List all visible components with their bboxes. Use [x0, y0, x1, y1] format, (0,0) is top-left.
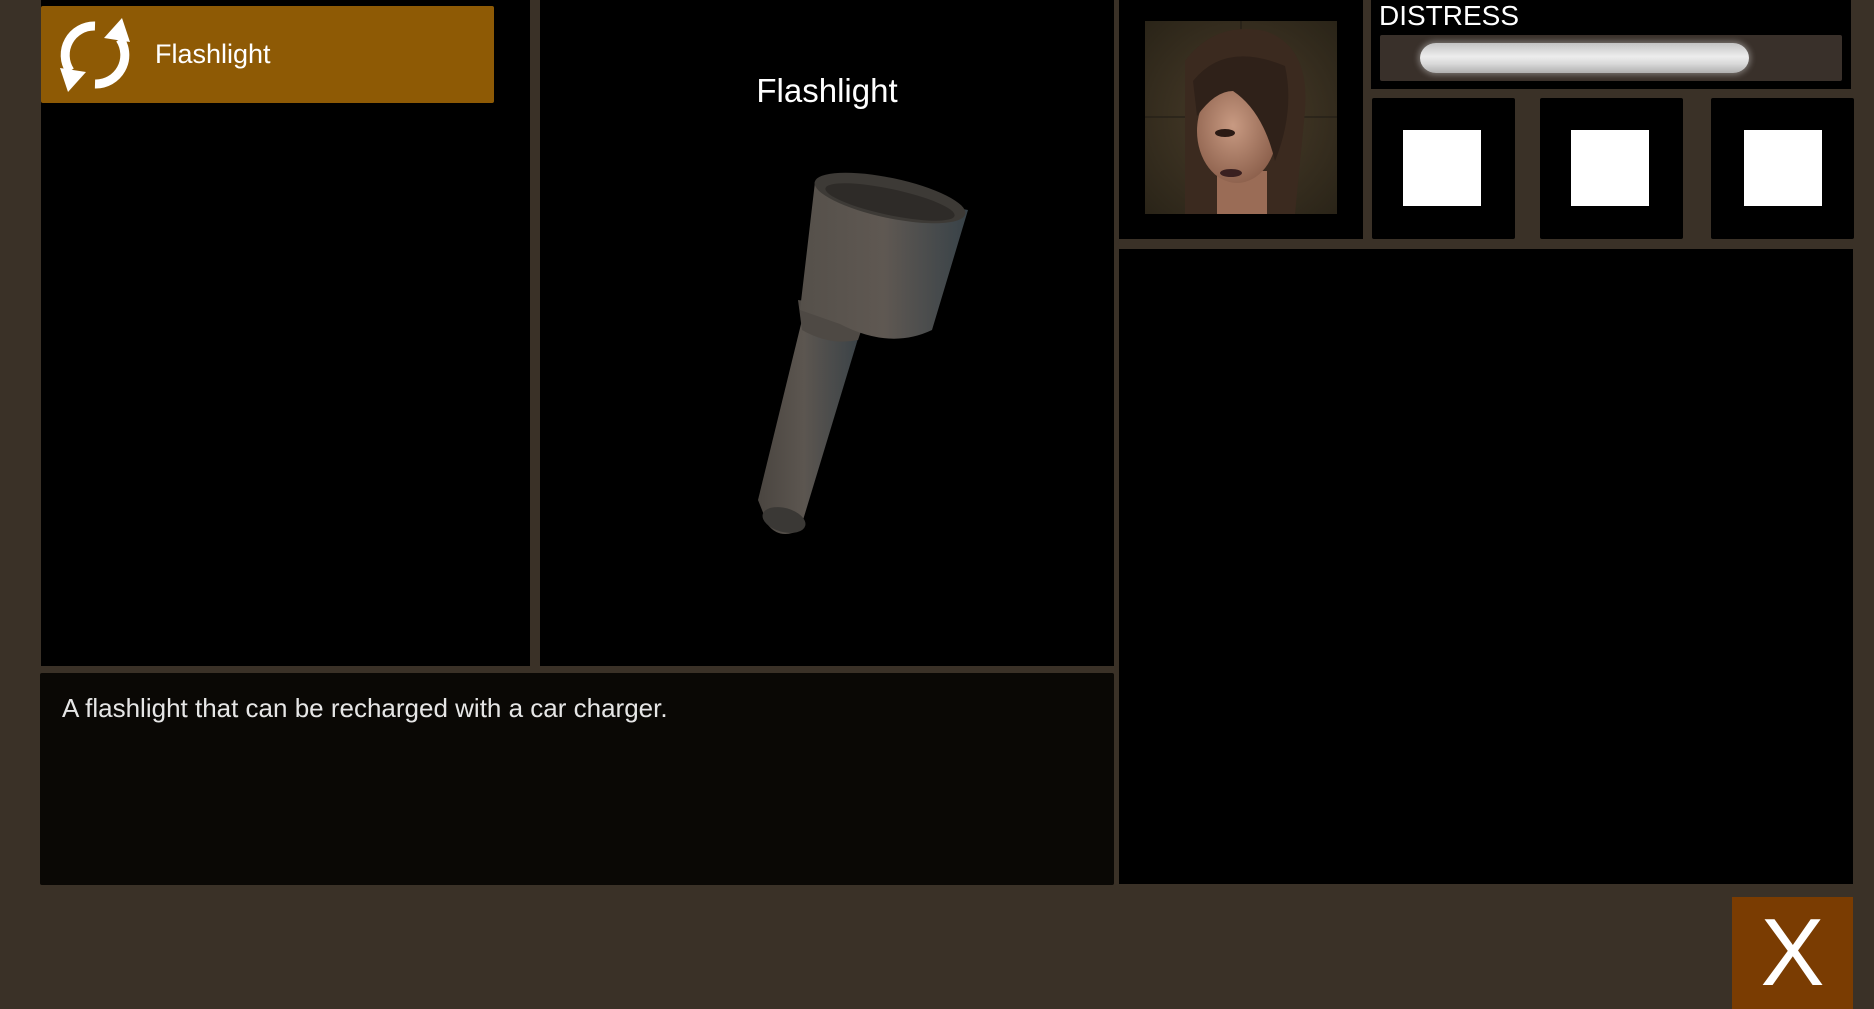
inventory-item-label: Flashlight	[155, 39, 271, 69]
character-portrait	[1145, 21, 1337, 214]
item-preview-title: Flashlight	[756, 72, 898, 109]
item-description-text: A flashlight that can be recharged with …	[62, 693, 668, 723]
status-slot-icon	[1744, 130, 1822, 206]
status-slot-2[interactable]	[1540, 98, 1683, 239]
status-slot-3[interactable]	[1711, 98, 1854, 239]
inventory-screen: Flashlight Flashlight A flashlight that …	[0, 0, 1874, 1009]
distress-bar-fill	[1420, 43, 1749, 73]
inventory-item-flashlight[interactable]: Flashlight	[41, 6, 494, 103]
status-slot-icon	[1571, 130, 1649, 206]
status-slot-icon	[1403, 130, 1481, 206]
status-slot-1[interactable]	[1372, 98, 1515, 239]
close-button[interactable]: X	[1732, 897, 1853, 1009]
distress-bar	[1380, 35, 1842, 81]
flashlight-model[interactable]	[740, 170, 980, 550]
distress-label: DISTRESS	[1379, 0, 1520, 31]
detail-panel	[1119, 249, 1853, 884]
cycle-arrows-icon	[55, 15, 135, 95]
